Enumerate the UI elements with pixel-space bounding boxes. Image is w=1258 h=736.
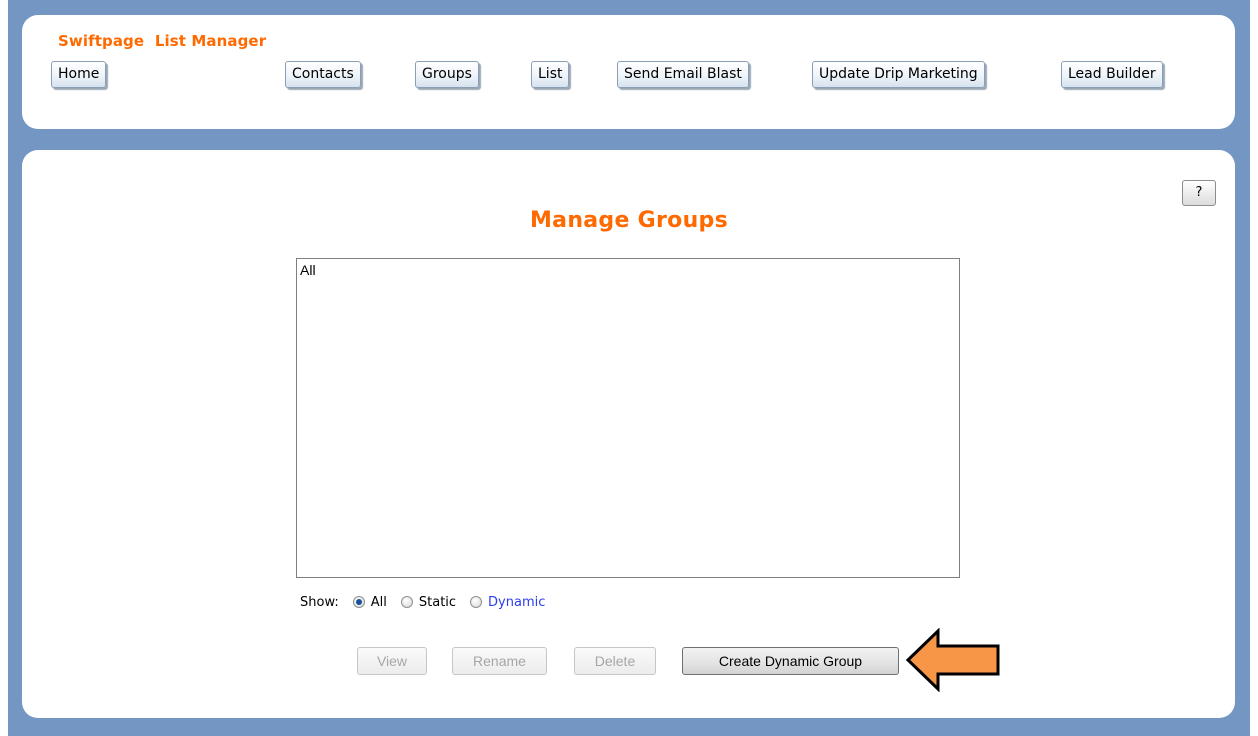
show-static-radio[interactable] [400, 596, 413, 608]
nav-lead-builder-button[interactable]: Lead Builder [1061, 61, 1163, 88]
page-title: Manage Groups [529, 208, 728, 233]
show-all-radio[interactable] [352, 596, 365, 608]
nav-update-drip-marketing-button[interactable]: Update Drip Marketing [812, 61, 985, 88]
show-dynamic-radio[interactable] [470, 596, 483, 608]
show-filter-label: Show: [300, 594, 339, 610]
group-listbox[interactable]: All [296, 258, 960, 578]
view-button[interactable]: View [357, 647, 427, 675]
nav-list-button[interactable]: List [531, 61, 570, 88]
nav-home-button[interactable]: Home [51, 61, 107, 88]
app-brand: Swiftpage List Manager [58, 32, 267, 50]
rename-button[interactable]: Rename [452, 647, 547, 675]
nav-groups-button[interactable]: Groups [415, 61, 479, 88]
delete-button[interactable]: Delete [574, 647, 656, 675]
show-filter: Show: All Static Dynamic [300, 592, 559, 612]
nav-contacts-button[interactable]: Contacts [285, 61, 361, 88]
show-static-label[interactable]: Static [419, 595, 456, 610]
show-all-label[interactable]: All [371, 595, 387, 610]
show-dynamic-label[interactable]: Dynamic [488, 595, 545, 610]
group-list-item-all[interactable]: All [300, 261, 956, 279]
create-dynamic-group-button[interactable]: Create Dynamic Group [682, 647, 899, 675]
nav-send-email-blast-button[interactable]: Send Email Blast [617, 61, 749, 88]
left-arrow-icon [905, 628, 1000, 692]
help-button[interactable]: ? [1182, 180, 1216, 206]
